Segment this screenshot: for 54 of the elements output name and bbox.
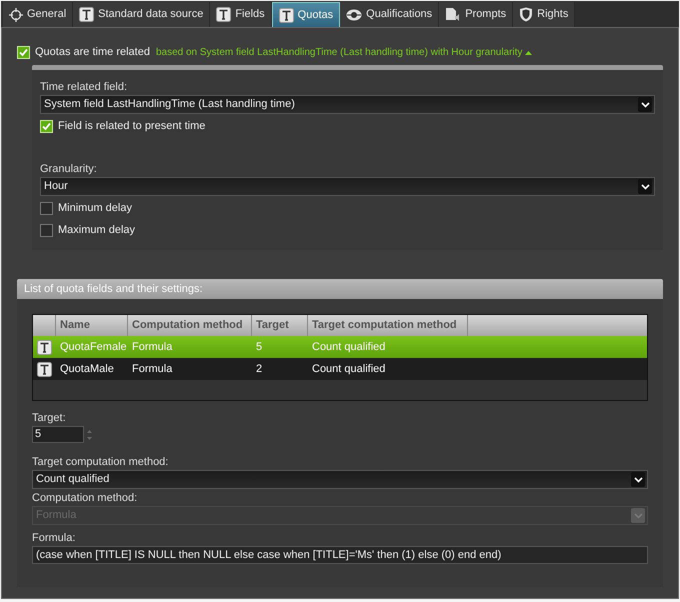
checkbox-label: Field is related to present time — [58, 118, 206, 134]
field-label: Computation method: — [32, 491, 138, 505]
tab[interactable]: General — [3, 2, 74, 27]
text-field-icon — [37, 362, 52, 376]
tab[interactable]: Rights — [513, 2, 576, 27]
text-field-icon — [278, 8, 294, 22]
chevron-down-icon — [631, 472, 645, 487]
section-header: List of quota fields and their settings: — [17, 279, 663, 299]
dropdown-value: Hour — [44, 179, 68, 194]
field-label: Target computation method: — [32, 455, 170, 469]
chevron-down-icon — [631, 508, 645, 523]
checkbox-label: Quotas are time related — [35, 44, 150, 60]
tab[interactable]: Fields — [210, 2, 272, 27]
shield-icon — [519, 7, 534, 22]
checkmark-icon — [19, 48, 28, 56]
checkbox[interactable] — [40, 224, 53, 236]
document-speaker-icon — [445, 7, 462, 22]
table-cell-text: Count qualified — [311, 362, 386, 377]
field-label: Time related field: — [40, 80, 128, 94]
table-row[interactable]: QuotaMale Formula 2 Count qualified — [33, 358, 647, 380]
table-cell-text: 2 — [255, 362, 264, 377]
number-field[interactable]: 5 — [32, 426, 84, 443]
summary-link[interactable]: based on System field LastHandlingTime (Last handling time) with Hour granularity — [156, 44, 532, 60]
text-field-icon — [37, 340, 52, 354]
dropdown[interactable]: Hour — [40, 177, 655, 196]
tab[interactable]: Standard data source — [73, 2, 210, 27]
table-cell-text: Count qualified — [311, 340, 386, 355]
table-cell-text: Formula — [131, 340, 174, 355]
dropdown[interactable]: Count qualified — [32, 470, 648, 489]
table-cell-text: Formula — [131, 362, 174, 377]
crosshair-icon — [9, 8, 23, 22]
chevron-down-icon — [638, 97, 652, 112]
tab[interactable]: Prompts — [439, 2, 514, 27]
table-cell-text: QuotaMale — [59, 362, 115, 377]
field-label: Granularity: — [40, 162, 98, 176]
formula-field[interactable]: (case when [TITLE] IS NULL then NULL else case when [TITLE]='Ms' then (1) else (0) end end) — [32, 546, 648, 564]
dropdown-value: System field LastHandlingTime (Last handling time) — [44, 97, 295, 112]
chevron-down-icon — [638, 179, 652, 194]
dropdown[interactable]: System field LastHandlingTime (Last handling time) — [40, 95, 655, 114]
caret-icon[interactable] — [525, 50, 532, 54]
table-cell-text: 5 — [255, 340, 264, 355]
table-cell-text: QuotaFemale — [59, 340, 128, 355]
text-field-icon — [79, 7, 94, 22]
text-field-icon — [216, 7, 232, 22]
tab[interactable]: Qualifications — [340, 2, 440, 27]
tab[interactable]: Quotas — [272, 2, 340, 27]
dropdown-value: Count qualified — [36, 472, 110, 488]
field-label: Target: — [32, 411, 67, 425]
checkbox[interactable] — [40, 202, 53, 214]
eye-icon — [346, 8, 362, 22]
checkmark-icon — [42, 122, 51, 130]
field-label: Formula: — [32, 531, 76, 545]
checkbox-label: Minimum delay — [58, 200, 132, 216]
checkbox-label: Maximum delay — [58, 222, 136, 238]
